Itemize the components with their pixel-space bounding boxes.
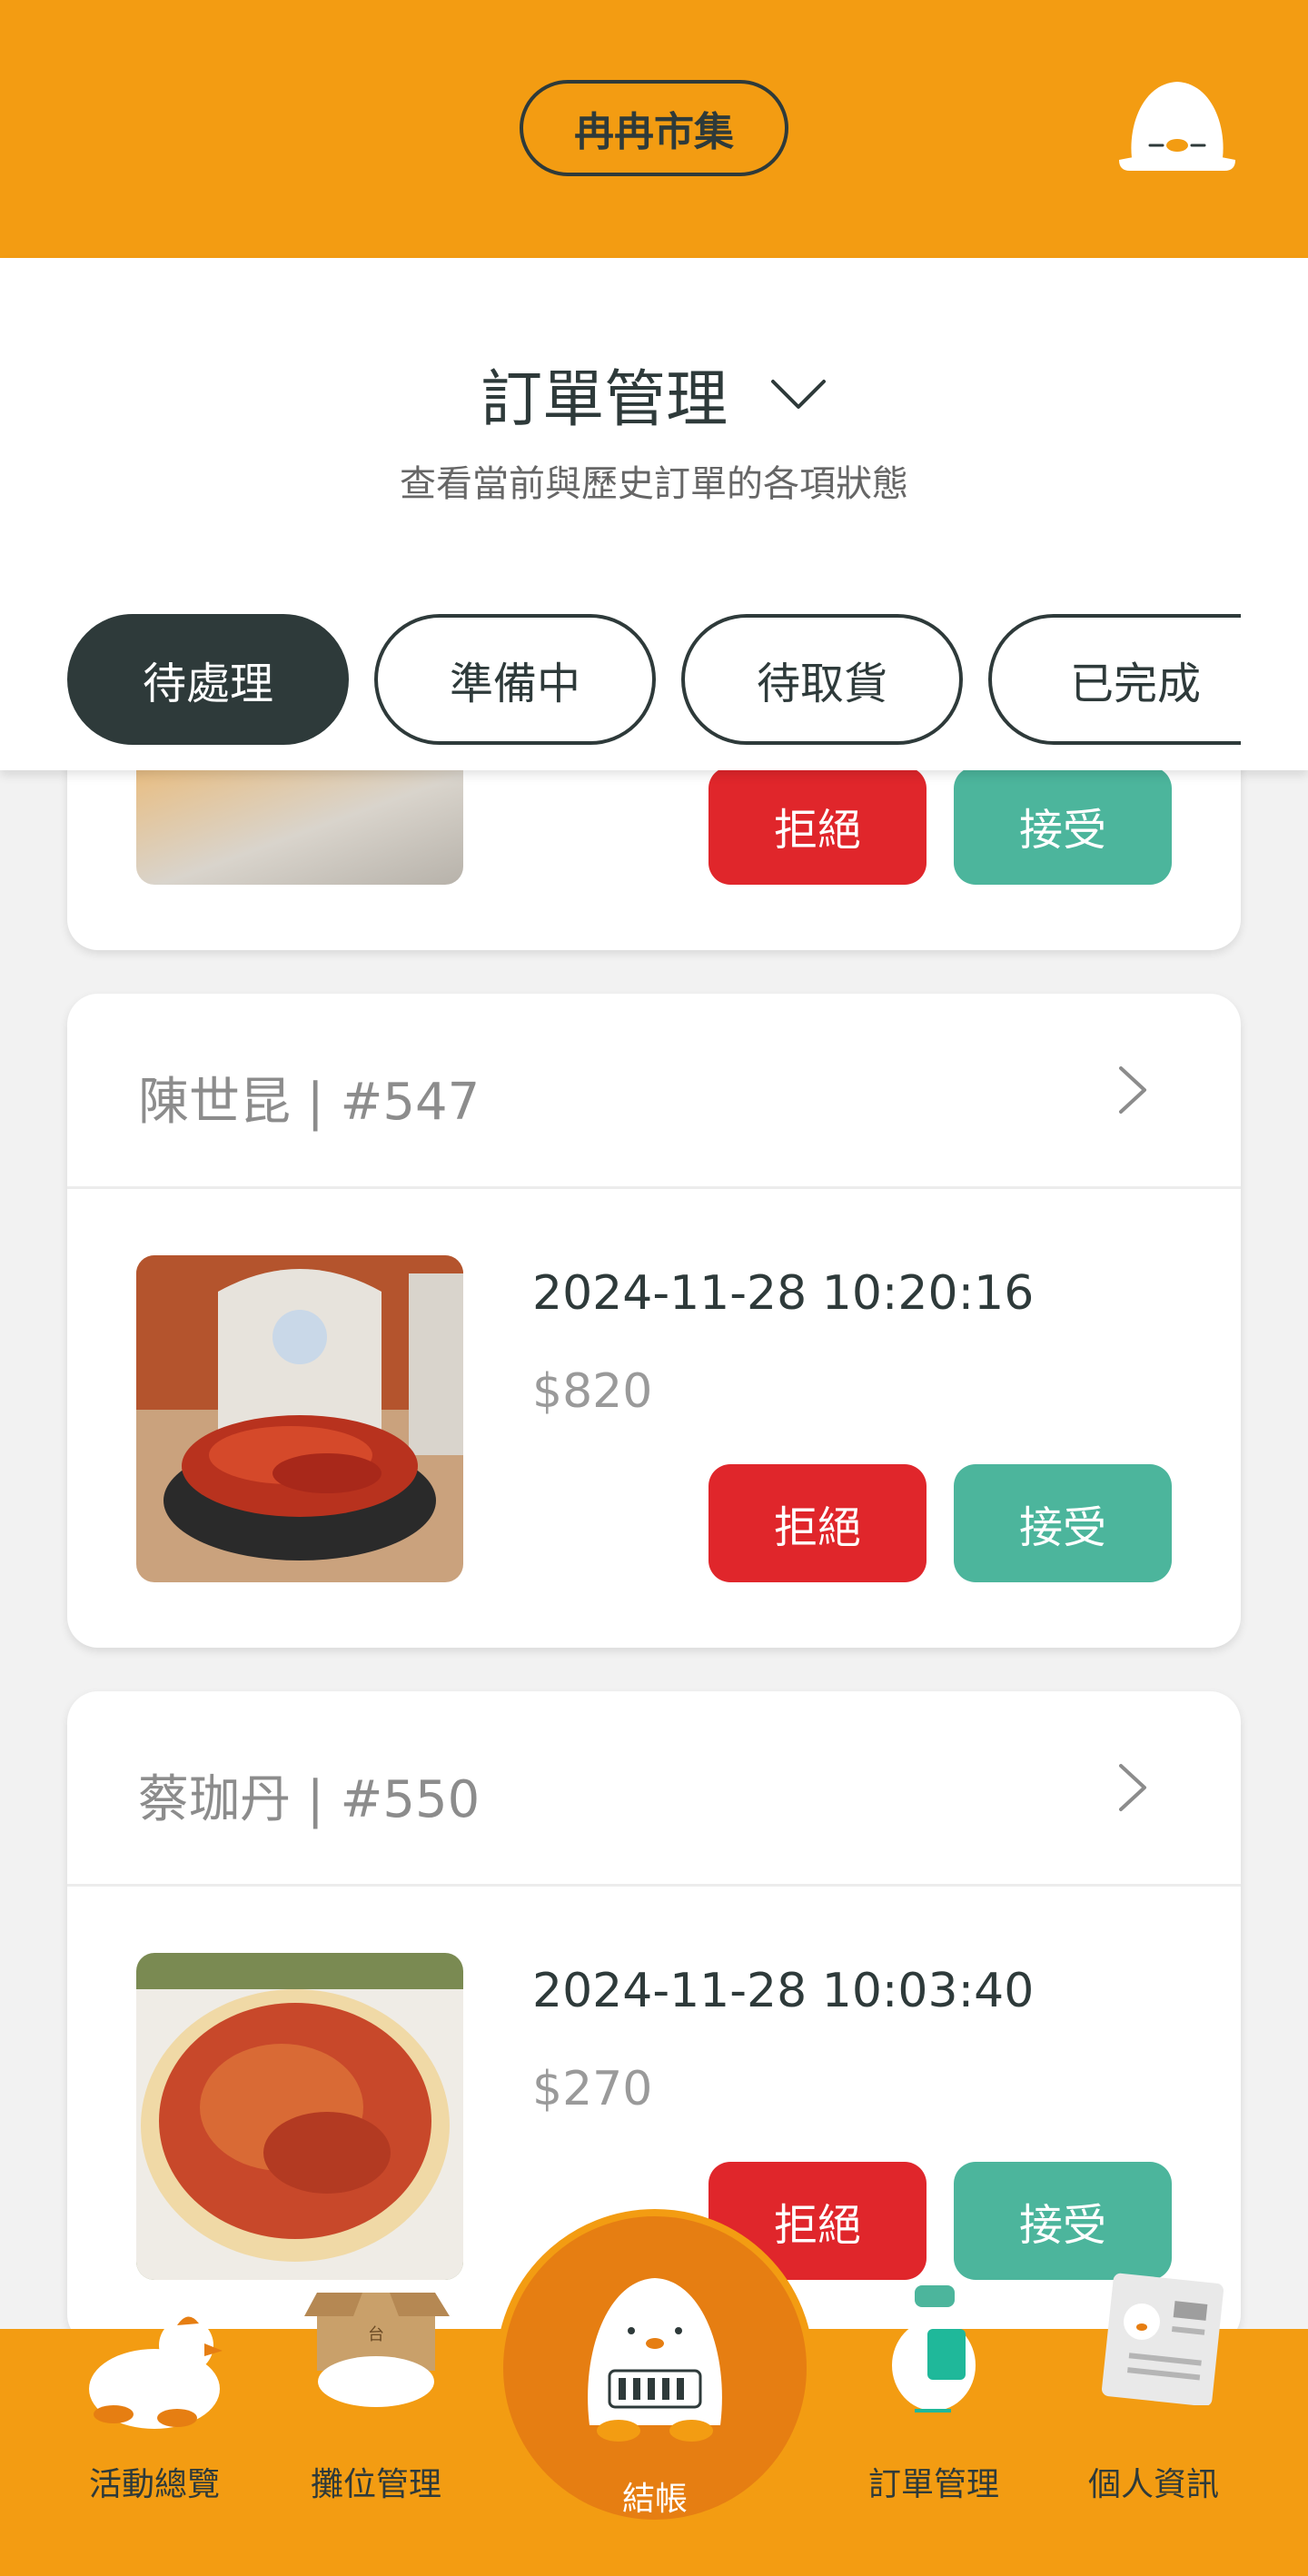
customer-order-label: 蔡珈丹 | #550 xyxy=(138,1770,481,1829)
tab-preparing[interactable]: 準備中 xyxy=(374,614,656,745)
order-price: $270 xyxy=(532,2062,653,2116)
page-title[interactable]: 訂單管理 xyxy=(0,349,1308,439)
order-datetime: 2024-11-28 10:20:16 xyxy=(532,1266,1035,1321)
tab-pending[interactable]: 待處理 xyxy=(67,614,349,745)
accept-button[interactable]: 接受 xyxy=(954,2162,1172,2280)
duck-mascot-icon xyxy=(89,2316,223,2429)
nav-item-orders[interactable]: 訂單管理 xyxy=(816,2285,1052,2576)
order-item-image xyxy=(136,1953,463,2280)
nav-item-booth[interactable]: 台 攤位管理 xyxy=(258,2293,494,2576)
order-card[interactable]: 陳世昆 | #547 2024-11-28 10:20:16 $820 拒絕 接… xyxy=(67,994,1241,1648)
tab-completed[interactable]: 已完成 xyxy=(988,614,1279,745)
reject-button[interactable]: 拒絕 xyxy=(708,767,926,885)
chevron-right-icon[interactable] xyxy=(1117,1762,1148,1813)
accept-button[interactable]: 接受 xyxy=(954,1464,1172,1582)
tab-awaiting-pickup[interactable]: 待取貨 xyxy=(681,614,963,745)
nav-item-profile[interactable]: 個人資訊 xyxy=(1036,2273,1272,2576)
nav-label: 訂單管理 xyxy=(867,2466,999,2503)
accept-button[interactable]: 接受 xyxy=(954,767,1172,885)
page-subtitle: 查看當前與歷史訂單的各項狀態 xyxy=(400,463,908,505)
newspaper-mascot-icon xyxy=(1102,2273,1224,2405)
nav-label: 個人資訊 xyxy=(1087,2466,1219,2503)
order-mascot-icon xyxy=(892,2285,976,2413)
box-mascot-icon: 台 xyxy=(304,2293,450,2407)
svg-text:台: 台 xyxy=(368,2325,384,2344)
nav-label: 活動總覽 xyxy=(88,2466,220,2503)
order-datetime: 2024-11-28 10:03:40 xyxy=(532,1964,1035,2018)
order-card-header[interactable]: 蔡珈丹 | #550 xyxy=(67,1691,1241,1887)
checkout-mascot-icon xyxy=(588,2278,722,2442)
notification-bell-icon[interactable] xyxy=(1115,71,1239,176)
reject-button[interactable]: 拒絕 xyxy=(708,1464,926,1582)
nav-item-activities[interactable]: 活動總覽 xyxy=(36,2316,272,2576)
chevron-right-icon[interactable] xyxy=(1117,1065,1148,1115)
customer-order-label: 陳世昆 | #547 xyxy=(138,1073,481,1132)
title-panel: 訂單管理 查看當前與歷史訂單的各項狀態 待處理 準備中 待取貨 已完成 xyxy=(0,258,1308,770)
nav-label: 攤位管理 xyxy=(310,2466,441,2503)
order-card-header[interactable]: 陳世昆 | #547 xyxy=(67,994,1241,1189)
order-price: $820 xyxy=(532,1364,653,1419)
order-item-image xyxy=(136,1255,463,1582)
app-header: 冉冉市集 xyxy=(0,0,1308,258)
brand-logo-pill[interactable]: 冉冉市集 xyxy=(520,80,788,176)
tabs-fade-edge xyxy=(1241,614,1308,745)
checkout-label: 結帳 xyxy=(621,2481,688,2518)
page-title-text: 訂單管理 xyxy=(481,364,728,436)
chevron-down-icon[interactable] xyxy=(769,376,827,412)
